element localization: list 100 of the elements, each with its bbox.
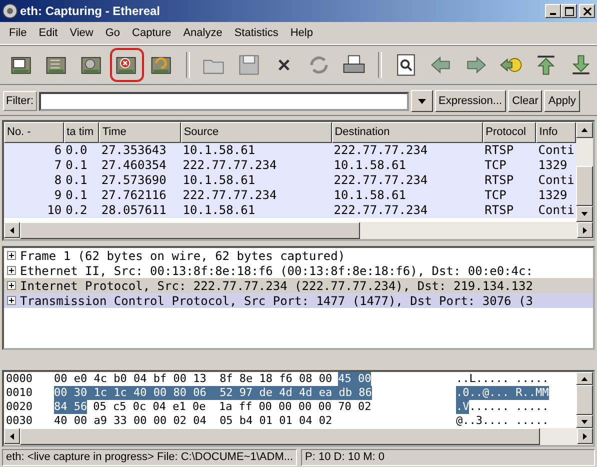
hex-bytes: 00 e0 4c b0 04 bf 00 13 8f 8e 18 f6 08 00: [54, 372, 332, 386]
maximize-button[interactable]: [561, 4, 577, 18]
table-cell-text: 10.1.58.61: [332, 188, 407, 203]
table-cell-text: 222.77.77.234: [182, 158, 278, 173]
ascii-text: .V: [456, 400, 470, 414]
table-cell-text: 8: [53, 173, 63, 188]
hex-offset: 0030: [5, 414, 34, 428]
table-cell-text: 27.573690: [100, 173, 168, 188]
table-cell-text: Conti: [537, 203, 576, 218]
scroll-up-icon[interactable]: [581, 128, 588, 132]
horizontal-scrollbar[interactable]: [4, 222, 593, 239]
table-cell-text: 27.460354: [100, 158, 168, 173]
hex-offset: 0000: [5, 372, 34, 386]
table-cell-text: 10.1.58.61: [182, 173, 256, 188]
column-header[interactable]: Source: [180, 122, 332, 143]
expand-icon[interactable]: [7, 266, 16, 275]
table-cell-text: 10.1.58.61: [332, 158, 407, 173]
hex-offset: 0010: [5, 386, 34, 400]
horizontal-scrollbar[interactable]: [4, 428, 593, 445]
menu-item[interactable]: Capture: [127, 27, 176, 39]
filter-button[interactable]: Expression...: [434, 90, 506, 112]
hex-bytes: 05 c5 0c 04 e1 0e 1a ff 00 00 00 00 70 02: [93, 400, 372, 414]
table-cell-text: 10.1.58.61: [182, 203, 256, 218]
table-cell-text: 222.77.77.234: [332, 203, 429, 218]
column-header[interactable]: Info: [536, 122, 576, 143]
table-cell-text: 27.762116: [100, 188, 168, 203]
table-cell-text: 28.057611: [100, 203, 168, 218]
scroll-right-icon[interactable]: [583, 226, 587, 234]
menu-item[interactable]: File: [4, 27, 32, 39]
column-header[interactable]: No. -: [4, 122, 64, 143]
table-cell-text: RTSP: [484, 203, 515, 218]
minimize-button[interactable]: [545, 4, 561, 18]
ascii-text: .0..@... R..MM: [456, 386, 549, 400]
menu-item[interactable]: Go: [100, 27, 126, 39]
table-cell-text: RTSP: [484, 143, 515, 158]
table-cell-text: RTSP: [484, 173, 515, 188]
table-cell-text: 0.1: [64, 188, 88, 203]
expand-icon[interactable]: [7, 296, 16, 305]
close-icon: [582, 6, 592, 16]
table-cell-text: Conti: [537, 143, 576, 158]
caret-icon: [418, 98, 426, 104]
table-cell-text: 1329: [537, 188, 568, 203]
scroll-down-icon[interactable]: [581, 420, 588, 424]
scroll-right-icon[interactable]: [583, 432, 587, 440]
filter-label: Filter:: [3, 91, 36, 111]
table-cell-text: TCP: [484, 158, 508, 173]
column-header[interactable]: Time: [99, 122, 181, 143]
status-text: P: 10 D: 10 M: 0: [301, 449, 595, 466]
column-header[interactable]: Protocol: [482, 122, 536, 143]
table-cell-text: 27.353643: [100, 143, 168, 158]
table-cell-text: 0.1: [64, 173, 88, 188]
ascii-text: ..L..... .....: [456, 372, 549, 386]
hex-bytes: 40 00 a9 33 00 00 02 04 05 b4 01 01 04 02: [54, 414, 332, 428]
table-cell-text: 222.77.77.234: [332, 173, 429, 188]
close-button[interactable]: [579, 4, 595, 18]
tree-item[interactable]: Transmission Control Protocol, Src Port: 1477 (1477), Dst Port: 3076 (3: [4, 293, 593, 308]
table-cell-text: 0.0: [64, 143, 88, 158]
table-cell-text: TCP: [484, 188, 508, 203]
menu-item[interactable]: View: [64, 27, 98, 39]
menu-item[interactable]: Help: [285, 27, 318, 39]
table-cell-text: 222.77.77.234: [332, 143, 429, 158]
scroll-up-icon[interactable]: [581, 376, 588, 380]
menu-item[interactable]: Edit: [34, 27, 63, 39]
hex-bytes: 45 00: [338, 372, 372, 386]
vertical-scrollbar[interactable]: [576, 122, 593, 222]
column-header[interactable]: ta tim: [64, 122, 100, 143]
tree-item[interactable]: Ethernet II, Src: 00:13:8f:8e:18:f6 (00:13:8f:8e:18:f6), Dst: 00:e0:4c:: [4, 263, 593, 278]
column-header[interactable]: Destination: [332, 122, 483, 143]
menu-item[interactable]: Analyze: [178, 27, 228, 39]
status-text: eth: <live capture in progress> File: C:\DOCUME~1\ADM...: [2, 449, 298, 466]
table-cell-text: 0.1: [64, 158, 88, 173]
window-title: eth: Capturing - Ethereal: [20, 4, 162, 18]
hex-bytes: 00 30 1c 1c 40 00 80 06 52 97 de 4d 4d ea db 86: [54, 386, 372, 400]
expand-icon[interactable]: [7, 281, 16, 290]
scroll-down-icon[interactable]: [581, 212, 588, 216]
hex-offset: 0020: [5, 400, 34, 414]
scroll-left-icon[interactable]: [10, 432, 14, 440]
tree-item[interactable]: Frame 1 (62 bytes on wire, 62 bytes captured): [4, 248, 593, 263]
stop-button[interactable]: [111, 49, 143, 81]
table-cell-text: 10: [46, 203, 63, 218]
table-cell-text: 7: [53, 158, 63, 173]
filter-dropdown-button[interactable]: [410, 90, 432, 112]
table-cell-text: 222.77.77.234: [182, 188, 278, 203]
filter-button[interactable]: Clear: [508, 90, 542, 112]
table-cell-text: 1329: [537, 158, 568, 173]
filter-button[interactable]: Apply: [544, 90, 580, 112]
tree-item[interactable]: Internet Protocol, Src: 222.77.77.234 (222.77.77.234), Dst: 219.134.132: [4, 278, 593, 293]
expand-icon[interactable]: [7, 251, 16, 260]
vertical-scrollbar[interactable]: [576, 372, 593, 428]
ascii-text: ...... .....: [469, 400, 549, 414]
hex-bytes: 84 56: [54, 400, 88, 414]
app-icon: [2, 3, 18, 19]
table-cell-text: 9: [53, 188, 63, 203]
filter-field[interactable]: [38, 92, 408, 110]
scroll-left-icon[interactable]: [10, 226, 14, 234]
ascii-text: @..3.... .....: [456, 414, 549, 428]
menu-item[interactable]: Statistics: [229, 27, 284, 39]
table-cell-text: Conti: [537, 173, 576, 188]
maximize-icon: [564, 6, 574, 16]
table-cell-text: 6: [53, 143, 63, 158]
